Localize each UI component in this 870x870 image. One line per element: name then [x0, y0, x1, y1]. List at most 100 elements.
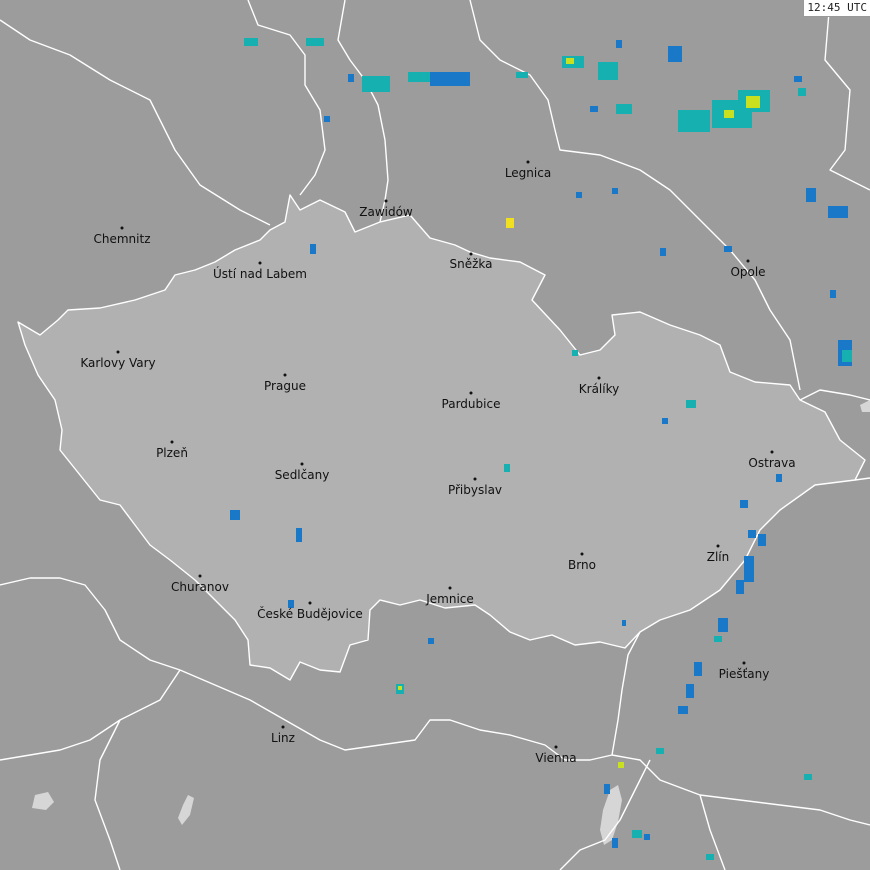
city-label-prague: Prague: [264, 379, 306, 393]
radar-cell: [706, 854, 714, 860]
city-label-sedlcany: Sedlčany: [275, 468, 330, 482]
radar-cell: [612, 188, 618, 194]
radar-cell: [686, 684, 694, 698]
radar-cell: [398, 686, 402, 690]
radar-cell: [842, 350, 852, 362]
radar-cell: [724, 110, 734, 118]
radar-cell: [324, 116, 330, 122]
radar-cell: [718, 618, 728, 632]
city-label-ceske-budejovice: České Budějovice: [257, 606, 363, 621]
city-label-snezka: Sněžka: [450, 257, 493, 271]
city-label-piestany: Piešťany: [719, 667, 770, 681]
radar-cell: [656, 748, 664, 754]
radar-cell: [662, 418, 668, 424]
city-dot-piestany: [742, 661, 746, 665]
city-label-zlin: Zlín: [707, 550, 730, 564]
radar-cell: [612, 838, 618, 848]
radar-cell: [516, 72, 528, 78]
city-label-jemnice: Jemnice: [425, 592, 474, 606]
radar-cell: [714, 636, 722, 642]
radar-cell: [566, 58, 574, 64]
radar-cell: [736, 580, 744, 594]
radar-cell: [724, 246, 732, 252]
city-dot-linz: [281, 725, 285, 729]
radar-cell: [806, 188, 816, 202]
radar-cell: [632, 830, 642, 838]
city-label-usti: Ústí nad Labem: [213, 266, 307, 281]
radar-cell: [758, 534, 766, 546]
city-dot-brno: [580, 552, 584, 556]
radar-cell: [678, 706, 688, 714]
radar-cell: [798, 88, 806, 96]
city-label-vienna: Vienna: [535, 751, 576, 765]
radar-cell: [678, 110, 710, 132]
city-dot-jemnice: [448, 586, 452, 590]
city-dot-zawidow: [384, 199, 388, 203]
radar-cell: [740, 500, 748, 508]
city-label-chemnitz: Chemnitz: [94, 232, 151, 246]
city-label-zawidow: Zawidów: [359, 205, 413, 219]
city-dot-pardubice: [469, 391, 473, 395]
radar-cell: [428, 638, 434, 644]
radar-map[interactable]: Legnica Zawidów Chemnitz Ústí nad Labem …: [0, 0, 870, 870]
radar-cell: [686, 400, 696, 408]
radar-cell: [244, 38, 258, 46]
city-label-pardubice: Pardubice: [442, 397, 501, 411]
city-dot-prague: [283, 373, 287, 377]
radar-cell: [618, 762, 624, 768]
city-dot-zlin: [716, 544, 720, 548]
radar-cell: [748, 530, 756, 538]
city-label-opole: Opole: [730, 265, 765, 279]
radar-cell: [746, 96, 760, 108]
city-label-linz: Linz: [271, 731, 295, 745]
city-label-churanov: Churanov: [171, 580, 229, 594]
city-dot-karlovy-vary: [116, 350, 120, 354]
radar-cell: [310, 244, 316, 254]
radar-cell: [572, 350, 578, 356]
radar-cell: [506, 218, 514, 228]
radar-cell: [776, 474, 782, 482]
city-dot-snezka: [469, 252, 473, 256]
radar-cell: [744, 556, 754, 582]
radar-cell: [668, 46, 682, 62]
city-dot-chemnitz: [120, 226, 124, 230]
city-label-kraliky: Králíky: [579, 382, 619, 396]
radar-cell: [622, 620, 626, 626]
city-label-brno: Brno: [568, 558, 596, 572]
radar-cell: [598, 62, 618, 80]
timestamp-label: 12:45 UTC: [803, 0, 870, 17]
radar-cell: [828, 206, 848, 218]
city-label-pribyslav: Přibyslav: [448, 483, 502, 497]
city-dot-ceske-budejovice: [308, 601, 312, 605]
city-dot-opole: [746, 259, 750, 263]
radar-cell: [590, 106, 598, 112]
radar-cell: [644, 834, 650, 840]
radar-cell: [804, 774, 812, 780]
city-dot-pribyslav: [473, 477, 477, 481]
radar-cell: [604, 784, 610, 794]
radar-cell: [430, 72, 470, 86]
radar-cell: [694, 662, 702, 676]
city-dot-ostrava: [770, 450, 774, 454]
city-label-plzen: Plzeň: [156, 446, 188, 460]
city-label-karlovy-vary: Karlovy Vary: [80, 356, 155, 370]
radar-cell: [362, 76, 390, 92]
radar-cell: [830, 290, 836, 298]
radar-cell: [408, 72, 430, 82]
radar-cell: [794, 76, 802, 82]
city-dot-churanov: [198, 574, 202, 578]
radar-cell: [660, 248, 666, 256]
radar-cell: [504, 464, 510, 472]
city-dot-legnica: [526, 160, 530, 164]
city-dot-vienna: [554, 745, 558, 749]
city-dot-sedlcany: [300, 462, 304, 466]
radar-cell: [616, 40, 622, 48]
city-dot-plzen: [170, 440, 174, 444]
city-dot-usti: [258, 261, 262, 265]
radar-cell: [348, 74, 354, 82]
radar-cell: [296, 528, 302, 542]
radar-cell: [306, 38, 324, 46]
radar-cell: [576, 192, 582, 198]
radar-cell: [616, 104, 632, 114]
city-label-ostrava: Ostrava: [748, 456, 795, 470]
